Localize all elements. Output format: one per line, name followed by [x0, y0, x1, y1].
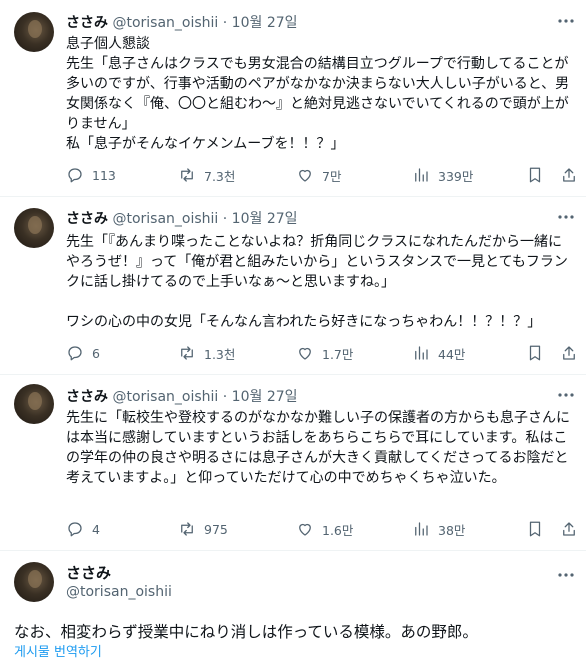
like-icon: [299, 169, 311, 182]
tweet-actions: 6 1.3천 1.7만 44만: [66, 342, 576, 364]
share-icon: [563, 346, 575, 360]
author-name[interactable]: ささみ: [66, 211, 108, 227]
share-button[interactable]: [558, 342, 580, 364]
tweet-text: なお、相変わらず授業中にねり消しは作っている模様。あの野郎。: [14, 623, 478, 641]
like-button[interactable]: 7만: [296, 164, 341, 186]
like-button[interactable]: 1.6만: [296, 518, 353, 540]
tweet-header: ささみ @torisan_oishii · 10월 27일: [66, 386, 298, 406]
divider: [0, 196, 586, 197]
author-name[interactable]: ささみ: [66, 15, 108, 31]
like-icon: [299, 347, 311, 360]
share-icon: [563, 522, 575, 536]
tweet-text: 先生に「転校生や登校するのがなかなか難しい子の保護者の方からも息子さんには本当に…: [66, 410, 570, 486]
bookmark-icon: [529, 345, 541, 361]
tweet-text: 息子個人懇談 先生「息子さんはクラスでも男女混合の結構目立つグループで行動してる…: [66, 36, 570, 152]
share-button[interactable]: [558, 518, 580, 540]
more-icon: [558, 573, 574, 577]
bookmark-icon: [529, 167, 541, 183]
repost-icon: [181, 346, 193, 360]
views-icon: [415, 522, 428, 536]
repost-count: 1.3천: [204, 346, 236, 362]
bookmark-button[interactable]: [524, 342, 546, 364]
more-button[interactable]: [556, 208, 576, 226]
divider: [0, 550, 586, 551]
reply-button[interactable]: 6: [66, 342, 100, 364]
repost-icon: [181, 168, 193, 182]
separator: ·: [222, 211, 228, 227]
reply-icon: [68, 168, 82, 183]
reply-count: 4: [92, 521, 100, 537]
like-count: 7만: [322, 168, 342, 184]
repost-count: 7.3천: [204, 168, 236, 184]
reply-count: 6: [92, 345, 100, 361]
more-icon: [558, 215, 574, 219]
tweet-actions: 4 975 1.6만 38만: [66, 518, 576, 540]
tweet-header: ささみ @torisan_oishii · 10월 27일: [66, 12, 298, 32]
share-button[interactable]: [558, 164, 580, 186]
repost-button[interactable]: 1.3천: [178, 342, 235, 364]
tweet-date[interactable]: 10월 27일: [232, 211, 298, 227]
like-button[interactable]: 1.7만: [296, 342, 353, 364]
views-count: 44만: [438, 346, 466, 362]
tweet-actions: 113 7.3천 7만 339만: [66, 164, 576, 186]
like-count: 1.6만: [322, 522, 354, 538]
like-count: 1.7만: [322, 346, 354, 362]
divider: [0, 374, 586, 375]
like-icon: [299, 523, 311, 536]
avatar[interactable]: [14, 208, 54, 248]
views-count: 339만: [438, 168, 474, 184]
more-icon: [558, 19, 574, 23]
author-name[interactable]: ささみ: [66, 389, 108, 405]
repost-button[interactable]: 7.3천: [178, 164, 235, 186]
tweet-text: 先生「『あんまり喋ったことないよね？折角同じクラスになれたんだから一緒にやろうぜ…: [66, 234, 568, 330]
author-handle[interactable]: @torisan_oishii: [112, 211, 218, 227]
reply-button[interactable]: 4: [66, 518, 100, 540]
tweet-date[interactable]: 10월 27일: [232, 389, 298, 405]
views-button[interactable]: 339만: [412, 164, 473, 186]
more-button[interactable]: [556, 12, 576, 30]
bookmark-button[interactable]: [524, 518, 546, 540]
views-icon: [415, 346, 428, 360]
tweet-date[interactable]: 10월 27일: [232, 15, 298, 31]
avatar[interactable]: [14, 384, 54, 424]
tweet-header: ささみ @torisan_oishii · 10월 27일: [66, 208, 298, 228]
views-icon: [415, 168, 428, 182]
more-button[interactable]: [556, 566, 576, 584]
author-handle[interactable]: @torisan_oishii: [112, 15, 218, 31]
share-icon: [563, 168, 575, 182]
repost-button[interactable]: 975: [178, 518, 228, 540]
views-count: 38만: [438, 522, 466, 538]
more-button[interactable]: [556, 386, 576, 404]
repost-count: 975: [204, 521, 228, 537]
views-button[interactable]: 44만: [412, 342, 465, 364]
separator: ·: [222, 389, 228, 405]
views-button[interactable]: 38만: [412, 518, 465, 540]
reply-icon: [68, 522, 82, 537]
bookmark-icon: [529, 521, 541, 537]
author-handle[interactable]: @torisan_oishii: [112, 389, 218, 405]
more-icon: [558, 393, 574, 397]
author-name[interactable]: ささみ: [66, 562, 111, 583]
separator: ·: [222, 15, 228, 31]
reply-button[interactable]: 113: [66, 164, 116, 186]
translate-link[interactable]: 게시물 번역하기: [14, 641, 102, 660]
reply-count: 113: [92, 167, 116, 183]
repost-icon: [181, 522, 193, 536]
avatar[interactable]: [14, 562, 54, 602]
reply-icon: [68, 346, 82, 361]
bookmark-button[interactable]: [524, 164, 546, 186]
author-handle[interactable]: @torisan_oishii: [66, 584, 172, 600]
avatar[interactable]: [14, 12, 54, 52]
